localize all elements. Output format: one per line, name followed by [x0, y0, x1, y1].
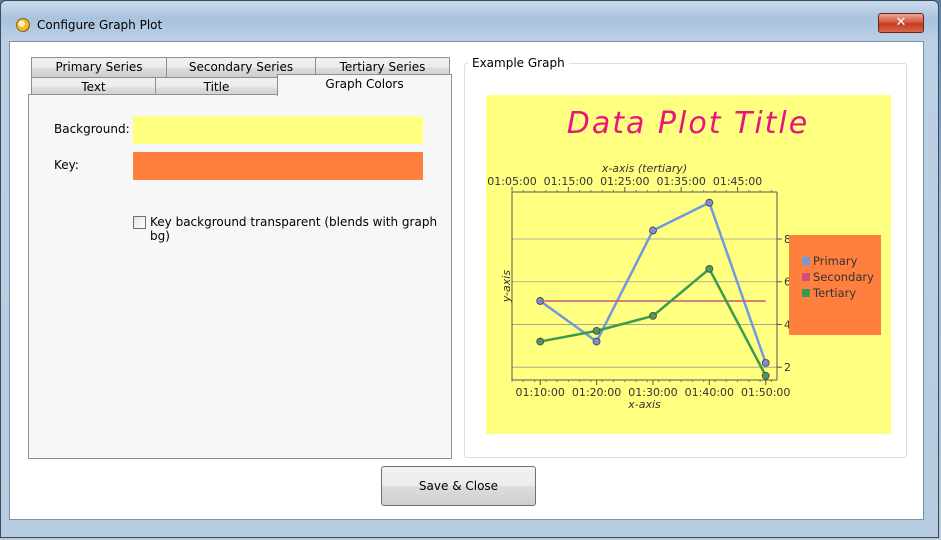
tab-graph-colors[interactable]: Graph Colors [277, 74, 452, 96]
x-tick-label: 01:20:00 [572, 386, 621, 399]
data-point-tertiary [649, 312, 657, 320]
legend-label: Secondary [813, 270, 874, 284]
x2-tick-label: 01:15:00 [544, 175, 593, 188]
legend-box [789, 235, 881, 335]
data-point-primary [705, 198, 714, 207]
app-icon [16, 18, 30, 32]
data-point-tertiary [761, 371, 770, 380]
x2-tick-label: 01:05:00 [487, 175, 536, 188]
data-point-tertiary [536, 337, 545, 346]
x2-axis-label: x-axis (tertiary) [601, 162, 687, 175]
data-point-tertiary [592, 326, 601, 335]
close-button[interactable]: ✕ [878, 13, 924, 33]
key-transparent-label[interactable]: Key background transparent (blends with … [150, 215, 451, 243]
x2-tick-label: 01:45:00 [713, 175, 762, 188]
x-tick-label: 01:50:00 [741, 386, 790, 399]
data-point-primary [592, 337, 601, 346]
legend-label: Primary [813, 254, 858, 268]
dialog-content: Primary Series Secondary Series Tertiary… [9, 41, 924, 520]
y-tick-label: 2 [784, 361, 791, 374]
data-point-tertiary [705, 265, 714, 273]
dialog-window: Configure Graph Plot ✕ Primary Series Se… [0, 0, 939, 538]
legend-swatch-tertiary [802, 289, 810, 297]
y-axis-label: y-axis [500, 270, 513, 303]
graph-colors-panel: Background: Key: Key background transpar… [28, 94, 452, 459]
x-tick-label: 01:40:00 [685, 386, 734, 399]
x-tick-label: 01:10:00 [515, 386, 564, 399]
background-color-swatch[interactable] [133, 116, 423, 144]
x-axis-label: x-axis [627, 398, 661, 411]
x2-tick-label: 01:25:00 [600, 175, 649, 188]
legend-label: Tertiary [812, 286, 856, 300]
x2-tick-label: 01:35:00 [656, 175, 705, 188]
background-label: Background: [54, 122, 130, 136]
key-color-swatch[interactable] [133, 152, 423, 180]
key-label: Key: [54, 158, 79, 172]
data-point-primary [761, 359, 770, 367]
legend-swatch-secondary [802, 273, 810, 281]
save-close-button[interactable]: Save & Close [381, 466, 536, 506]
data-point-primary [649, 226, 657, 235]
series-line-tertiary [539, 267, 767, 377]
title-bar[interactable]: Configure Graph Plot ✕ [1, 1, 938, 37]
example-graph-legend: Example Graph [468, 56, 569, 70]
key-transparent-checkbox[interactable] [133, 216, 146, 229]
tab-primary-series[interactable]: Primary Series [31, 57, 167, 77]
chart-title: Data Plot Title [567, 106, 809, 141]
example-graph-plot: Data Plot Title 01:10:00 01:20:00 01:30:00 0… [486, 95, 891, 434]
chart-svg: Data Plot Title01:10:00 01:20:00 01:30:00 0… [487, 106, 881, 411]
legend-swatch-primary [802, 257, 810, 265]
window-title: Configure Graph Plot [37, 18, 163, 32]
